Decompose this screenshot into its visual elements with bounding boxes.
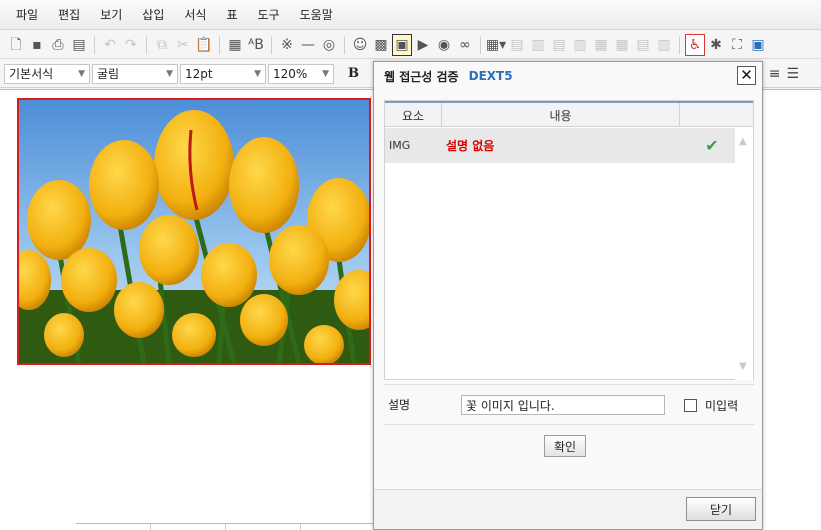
scroll-up-icon[interactable]: ▲ [739, 136, 747, 147]
accessibility-dialog: 웹 접근성 검증 DEXT5 ✕ 요소 내용 IMG 설명 없음 ✔ ▲ ▼ 설… [373, 61, 763, 530]
table-prop-icon[interactable]: ▤ [507, 34, 527, 56]
menu-help[interactable]: 도움말 [290, 0, 343, 30]
spellcheck-icon[interactable]: ᴬB [246, 34, 266, 56]
chevron-down-icon: ▼ [254, 68, 261, 79]
row-insert-icon[interactable]: ▤ [549, 34, 569, 56]
bold-button[interactable]: B [348, 66, 359, 81]
split-cell-icon[interactable]: ▦ [612, 34, 632, 56]
fullscreen-icon[interactable]: ⛶ [727, 34, 747, 56]
image-icon[interactable]: ▣ [392, 33, 412, 56]
toolbar-separator [146, 35, 147, 54]
style-select[interactable]: 기본서식 ▼ [4, 63, 90, 84]
style-select-value: 기본서식 [9, 67, 54, 81]
toolbar-separator [219, 35, 220, 54]
line-spacing-icon[interactable]: ☰ [786, 66, 799, 82]
col-element: 요소 [385, 103, 442, 127]
print-preview-icon[interactable]: ▤ [69, 34, 89, 56]
row-value: 설명 없음 [446, 139, 495, 153]
flash-icon[interactable]: ◉ [434, 34, 454, 56]
link-icon[interactable]: ∞ [455, 34, 475, 56]
menu-insert[interactable]: 삽입 [132, 0, 174, 30]
find-icon[interactable]: ▦ [225, 34, 245, 56]
delete-row-icon[interactable]: ▤ [633, 34, 653, 56]
description-input[interactable] [461, 395, 665, 415]
cell-prop-icon[interactable]: ▥ [528, 34, 548, 56]
copy-icon[interactable]: ⧉ [152, 34, 172, 56]
redo-icon[interactable]: ↷ [121, 34, 141, 56]
no-input-label: 미입력 [705, 399, 739, 413]
media-icon[interactable]: ▶ [413, 34, 433, 56]
confirm-button[interactable]: 확인 [544, 435, 586, 457]
close-button[interactable]: 닫기 [686, 497, 756, 521]
table-icon[interactable]: ▦▾ [486, 34, 506, 56]
zoom-select[interactable]: 120% ▼ [268, 63, 334, 84]
toolbar-separator [94, 35, 95, 54]
horizontal-line-icon[interactable]: — [298, 34, 318, 56]
menu-tools[interactable]: 도구 [248, 0, 290, 30]
toolbar-separator [344, 35, 345, 54]
tulip-photo [19, 100, 369, 363]
main-toolbar: 🗋 ▪ ⎙ ▤ ↶ ↷ ⧉ ✂ 📋 ▦ ᴬB ※ — ◎ ☺ ▩ ▣ ▶ ◉ ∞… [0, 31, 821, 59]
chevron-down-icon: ▼ [322, 68, 329, 79]
col-content: 내용 [442, 103, 680, 127]
grid-scrollbar[interactable]: ▲ ▼ [735, 128, 753, 380]
toolbar-separator [480, 35, 481, 54]
print-icon[interactable]: ⎙ [48, 34, 68, 56]
source-icon[interactable]: ▣ [748, 34, 768, 56]
table-row[interactable]: IMG 설명 없음 ✔ [385, 128, 737, 163]
font-size-value: 12pt [185, 66, 213, 81]
new-document-icon[interactable]: 🗋 [6, 34, 26, 56]
cut-icon[interactable]: ✂ [173, 34, 193, 56]
menu-bar: 파일 편집 보기 삽입 서식 표 도구 도움말 [0, 0, 821, 30]
validation-grid: 요소 내용 IMG 설명 없음 ✔ ▲ ▼ [384, 100, 754, 380]
special-char-icon[interactable]: ※ [277, 34, 297, 56]
toolbar-separator [271, 35, 272, 54]
chevron-down-icon: ▼ [78, 68, 85, 79]
dialog-titlebar: 웹 접근성 검증 DEXT5 [374, 62, 762, 90]
save-icon[interactable]: ▪ [27, 34, 47, 56]
dialog-footer: 닫기 [374, 489, 762, 529]
font-select-value: 굴림 [97, 67, 120, 81]
align-icon[interactable]: ≡ [769, 66, 781, 82]
menu-table[interactable]: 표 [216, 0, 247, 30]
chevron-down-icon: ▼ [166, 68, 173, 79]
list-buttons: ≡ ☰ [769, 60, 799, 88]
delete-col-icon[interactable]: ▥ [654, 34, 674, 56]
description-label: 설명 [388, 398, 411, 412]
grid-header: 요소 내용 [385, 101, 753, 127]
zoom-value: 120% [273, 66, 308, 81]
background-icon[interactable]: ▩ [371, 34, 391, 56]
scroll-down-icon[interactable]: ▼ [739, 361, 747, 372]
col-insert-icon[interactable]: ▥ [570, 34, 590, 56]
menu-format[interactable]: 서식 [174, 0, 216, 30]
divider [384, 384, 754, 385]
dialog-title: 웹 접근성 검증 [384, 69, 459, 84]
check-icon: ✔ [705, 136, 719, 155]
web-icon[interactable]: ◎ [319, 34, 339, 56]
accessibility-icon[interactable]: ♿ [685, 33, 705, 56]
tools-icon[interactable]: ✱ [706, 34, 726, 56]
tulip-image[interactable] [17, 98, 371, 365]
editor-tab-strip [76, 523, 376, 530]
merge-cell-icon[interactable]: ▦ [591, 34, 611, 56]
row-tag: IMG [389, 139, 411, 152]
paste-icon[interactable]: 📋 [194, 34, 214, 56]
font-select[interactable]: 굴림 ▼ [92, 63, 178, 84]
col-status [680, 103, 753, 127]
menu-file[interactable]: 파일 [6, 0, 48, 30]
close-icon[interactable]: ✕ [737, 66, 756, 85]
toolbar-separator [679, 35, 680, 54]
undo-icon[interactable]: ↶ [100, 34, 120, 56]
menu-view[interactable]: 보기 [90, 0, 132, 30]
divider [384, 424, 754, 425]
menu-edit[interactable]: 편집 [48, 0, 90, 30]
no-input-checkbox[interactable] [684, 399, 697, 412]
font-size-select[interactable]: 12pt ▼ [180, 63, 266, 84]
brand-label: DEXT5 [468, 69, 513, 83]
emoticon-icon[interactable]: ☺ [350, 34, 370, 56]
